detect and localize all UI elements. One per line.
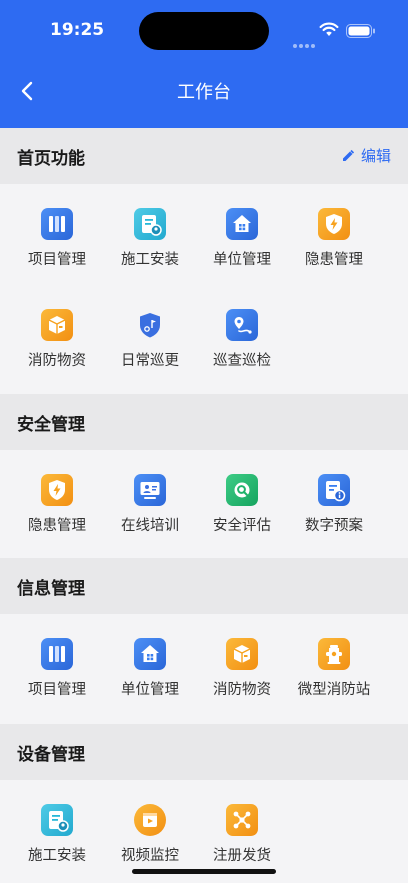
status-time: 19:25: [50, 20, 105, 40]
tile-fire-supplies[interactable]: 消防物资: [194, 624, 290, 702]
pencil-icon: [342, 149, 355, 161]
monitor-person-icon: [134, 474, 166, 506]
section-header-safety: 安全管理: [0, 394, 408, 450]
tile-digital-plan[interactable]: 数字预案: [286, 460, 382, 538]
tile-label: 视频监控: [121, 848, 179, 864]
section-header-home: 首页功能 编辑: [0, 128, 408, 184]
shield-bolt-icon: [318, 208, 350, 240]
tile-label: 在线培训: [121, 518, 179, 534]
tile-inspection[interactable]: 巡查巡检: [194, 295, 290, 373]
house-icon: [134, 638, 166, 670]
tile-label: 消防物资: [213, 682, 271, 698]
tile-label: 数字预案: [305, 518, 363, 534]
document-user-icon: [134, 208, 166, 240]
section-title: 首页功能: [17, 149, 85, 169]
tile-project-management[interactable]: 项目管理: [9, 624, 105, 702]
section-header-info: 信息管理: [0, 558, 408, 614]
shield-flag-icon: [134, 309, 166, 341]
section-title: 信息管理: [17, 579, 85, 599]
tile-label: 单位管理: [121, 682, 179, 698]
page-title: 工作台: [177, 82, 231, 103]
tile-label: 项目管理: [28, 252, 86, 268]
tile-label: 微型消防站: [297, 682, 371, 698]
battery-icon: [346, 24, 375, 38]
magnifier-icon: [226, 474, 258, 506]
section-title: 安全管理: [17, 415, 85, 435]
book-icon: [41, 208, 73, 240]
tile-label: 施工安装: [121, 252, 179, 268]
tile-label: 隐患管理: [28, 518, 86, 534]
map-pin-route-icon: [226, 309, 258, 341]
tile-daily-patrol[interactable]: 日常巡更: [102, 295, 198, 373]
tile-construction-install[interactable]: 施工安装: [102, 194, 198, 272]
tile-label: 单位管理: [213, 252, 271, 268]
section-body-home: 项目管理 施工安装 单位管理 隐患管理 消防物资 日常巡更 巡查巡检: [0, 184, 408, 394]
book-icon: [41, 638, 73, 670]
tile-label: 注册发货: [213, 848, 271, 864]
tile-hazard-management[interactable]: 隐患管理: [286, 194, 382, 272]
section-body-info: 项目管理 单位管理 消防物资 微型消防站: [0, 614, 408, 724]
tile-unit-management[interactable]: 单位管理: [194, 194, 290, 272]
tile-construction-install[interactable]: 施工安装: [9, 790, 105, 868]
section-header-device: 设备管理: [0, 724, 408, 780]
wifi-icon: [319, 22, 339, 36]
video-icon: [134, 804, 166, 836]
app-header: 19:25 工作台: [0, 0, 408, 128]
section-body-safety: 隐患管理 在线培训 安全评估 数字预案: [0, 450, 408, 558]
box-icon: [41, 309, 73, 341]
network-icon: [226, 804, 258, 836]
tile-label: 安全评估: [213, 518, 271, 534]
tile-fire-supplies[interactable]: 消防物资: [9, 295, 105, 373]
tile-label: 隐患管理: [305, 252, 363, 268]
tile-safety-assessment[interactable]: 安全评估: [194, 460, 290, 538]
tile-label: 消防物资: [28, 353, 86, 369]
tile-label: 日常巡更: [121, 353, 179, 369]
signal-icon: [293, 33, 317, 52]
tile-label: 巡查巡检: [213, 353, 271, 369]
section-body-device: 施工安装 视频监控 注册发货: [0, 780, 408, 883]
box-icon: [226, 638, 258, 670]
edit-label: 编辑: [360, 147, 391, 165]
fire-hydrant-icon: [318, 638, 350, 670]
document-user-icon: [41, 804, 73, 836]
dynamic-island: [139, 12, 269, 50]
tile-online-training[interactable]: 在线培训: [102, 460, 198, 538]
tile-video-surveillance[interactable]: 视频监控: [102, 790, 198, 868]
tile-label: 施工安装: [28, 848, 86, 864]
home-indicator: [132, 869, 276, 874]
section-title: 设备管理: [17, 745, 85, 765]
tile-project-management[interactable]: 项目管理: [9, 194, 105, 272]
tile-unit-management[interactable]: 单位管理: [102, 624, 198, 702]
tile-label: 项目管理: [28, 682, 86, 698]
house-icon: [226, 208, 258, 240]
edit-button[interactable]: 编辑: [341, 145, 391, 166]
tile-hazard-management[interactable]: 隐患管理: [9, 460, 105, 538]
tile-register-shipping[interactable]: 注册发货: [194, 790, 290, 868]
shield-bolt-icon: [41, 474, 73, 506]
document-info-icon: [318, 474, 350, 506]
tile-micro-fire-station[interactable]: 微型消防站: [286, 624, 382, 702]
